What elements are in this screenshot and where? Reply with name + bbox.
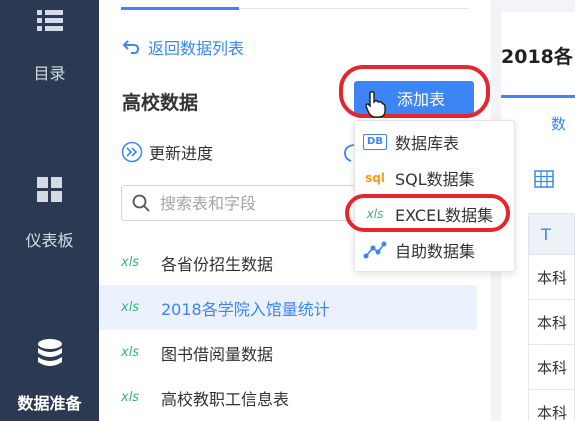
preview-title: 2018各 (501, 46, 573, 68)
dashboard-icon (36, 177, 62, 202)
search-box[interactable] (121, 185, 356, 221)
highlight-ring (345, 194, 510, 232)
database-icon (37, 339, 62, 366)
preview-tab-underline (501, 95, 575, 98)
table-name: 高校教职工信息表 (161, 389, 290, 409)
menu-item-label: 自助数据集 (395, 242, 476, 261)
left-nav: 目录 仪表板 数据准备 (0, 0, 99, 421)
nav-label: 数据准备 (17, 394, 82, 413)
nav-item-catalog[interactable]: 目录 (0, 8, 99, 84)
list-icon (36, 10, 63, 31)
list-item[interactable]: xls 2018各学院入馆量统计 (99, 285, 477, 330)
column-header[interactable]: T (528, 213, 575, 255)
xls-icon: xls (121, 345, 140, 360)
menu-item-database-table[interactable]: DB 数据库表 (355, 125, 516, 159)
back-link-label: 返回数据列表 (148, 39, 245, 58)
table-cell: 本科 (528, 300, 575, 345)
tab-underline (121, 7, 239, 10)
menu-item-self-service-dataset[interactable]: 自助数据集 (355, 233, 516, 267)
nav-item-data-prep[interactable]: 数据准备 (0, 338, 99, 414)
table-name: 图书借阅量数据 (161, 344, 274, 364)
table-name: 2018各学院入馆量统计 (161, 299, 330, 319)
table-cell: 本科 (528, 255, 575, 300)
table-name: 各省份招生数据 (161, 254, 274, 274)
back-arrow-icon (122, 40, 140, 54)
section-title: 高校数据 (122, 92, 199, 114)
menu-item-label: 数据库表 (395, 134, 460, 153)
tab-divider (239, 8, 469, 9)
double-chevron-icon (121, 141, 143, 163)
self-service-dataset-icon (363, 241, 387, 259)
update-progress-button[interactable]: 更新进度 (121, 140, 213, 164)
table-cell: 本科 (528, 390, 575, 421)
menu-item-sql-dataset[interactable]: sql SQL数据集 (355, 161, 516, 195)
nav-label: 仪表板 (25, 231, 74, 250)
xls-icon: xls (121, 390, 140, 405)
xls-icon: xls (121, 255, 140, 270)
list-item[interactable]: xls 图书借阅量数据 (99, 330, 477, 375)
xls-icon: xls (121, 300, 140, 315)
list-item[interactable]: xls 高校教职工信息表 (99, 375, 477, 420)
search-icon (132, 194, 150, 212)
menu-item-label: SQL数据集 (395, 170, 475, 189)
update-label: 更新进度 (149, 144, 214, 163)
nav-label: 目录 (33, 64, 66, 83)
hand-cursor-icon (365, 91, 386, 118)
search-input[interactable] (160, 193, 340, 213)
nav-item-dashboard[interactable]: 仪表板 (0, 175, 99, 251)
table-grid-icon[interactable] (534, 170, 554, 188)
preview-tab[interactable]: 数 (551, 113, 566, 134)
table-cell: 本科 (528, 345, 575, 390)
sql-icon: sql (365, 171, 385, 185)
database-table-icon: DB (363, 134, 387, 150)
back-to-list-link[interactable]: 返回数据列表 (122, 35, 244, 59)
highlight-ring (339, 65, 490, 118)
